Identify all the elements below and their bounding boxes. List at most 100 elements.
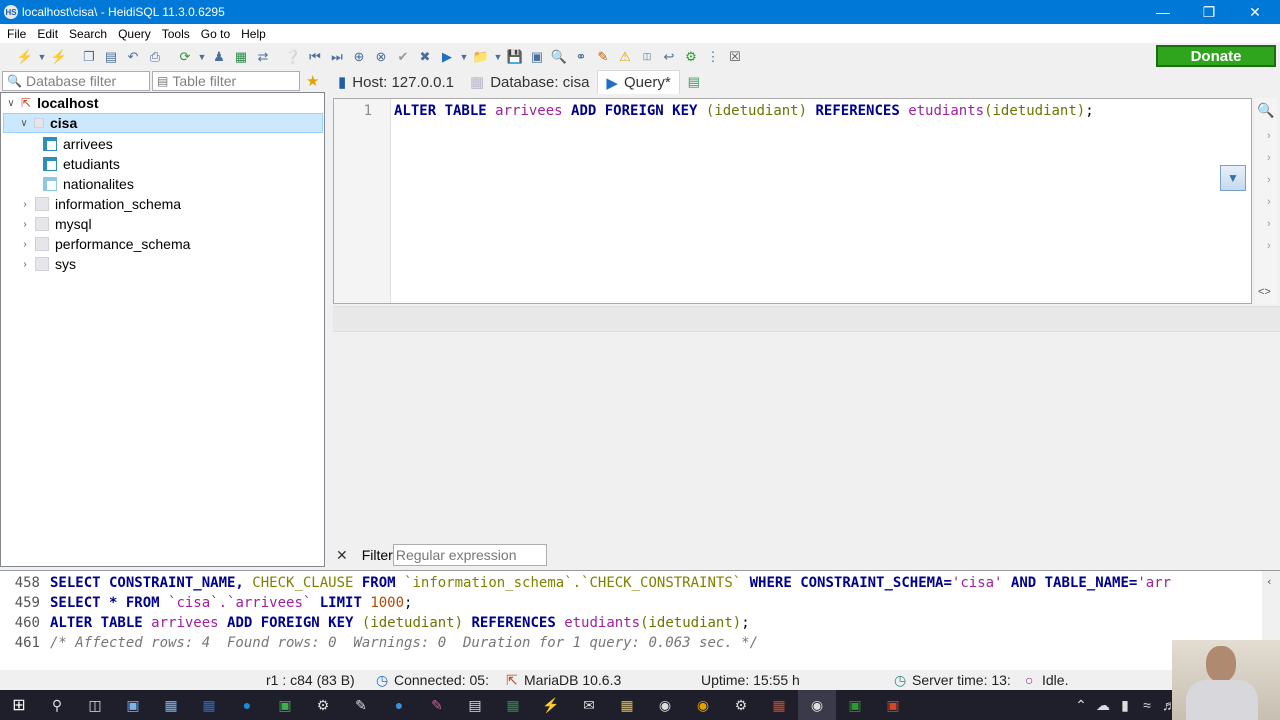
app-icon[interactable]: ▦ bbox=[152, 690, 190, 720]
import-icon[interactable]: ⇄ bbox=[252, 46, 274, 68]
tab-query[interactable]: ▶ Query* bbox=[597, 70, 680, 94]
dropdown-icon[interactable]: ▼ bbox=[458, 46, 470, 68]
refresh-icon[interactable]: ⟳ bbox=[174, 46, 196, 68]
close-icon[interactable]: ✕ bbox=[336, 547, 348, 564]
task-view-icon[interactable]: ◫ bbox=[76, 690, 114, 720]
tree-node-table-etudiants[interactable]: etudiants bbox=[39, 154, 120, 174]
powerpoint-icon[interactable]: ▦ bbox=[760, 690, 798, 720]
tab-host[interactable]: ▮ Host: 127.0.0.1 bbox=[330, 70, 462, 94]
close-tab-icon[interactable]: ☒ bbox=[724, 46, 746, 68]
undo-icon[interactable]: ↶ bbox=[122, 46, 144, 68]
chrome-icon[interactable]: ◉ bbox=[684, 690, 722, 720]
menu-goto[interactable]: Go to bbox=[197, 27, 234, 41]
app-icon[interactable]: ✎ bbox=[418, 690, 456, 720]
print-icon[interactable]: ⎙ bbox=[144, 46, 166, 68]
restore-button[interactable]: ❐ bbox=[1186, 0, 1232, 24]
menu-search[interactable]: Search bbox=[65, 27, 111, 41]
app-icon[interactable]: ⚡ bbox=[532, 690, 570, 720]
scroll-down-icon[interactable]: ▼ bbox=[1220, 165, 1246, 191]
chevron-right-icon[interactable]: › bbox=[19, 199, 31, 210]
tree-node-performance-schema[interactable]: › performance_schema bbox=[19, 234, 190, 254]
chevron-up-icon[interactable]: ⌃ bbox=[1070, 690, 1092, 720]
word-icon[interactable]: ▦ bbox=[190, 690, 228, 720]
chevron-right-icon[interactable]: › bbox=[1267, 174, 1271, 186]
app-icon[interactable]: ⚙ bbox=[722, 690, 760, 720]
chevron-right-icon[interactable]: › bbox=[1267, 240, 1271, 252]
settings-icon[interactable]: ⚙ bbox=[304, 690, 342, 720]
chevron-down-icon[interactable]: ∨ bbox=[18, 118, 30, 129]
minimize-button[interactable]: — bbox=[1140, 0, 1186, 24]
new-query-tab-button[interactable]: ▤ bbox=[680, 70, 708, 94]
favorite-star-icon[interactable]: ★ bbox=[306, 72, 319, 90]
last-record-icon[interactable]: ⏭ bbox=[326, 46, 348, 68]
chevron-right-icon[interactable]: › bbox=[19, 239, 31, 250]
cloud-icon[interactable]: ☁ bbox=[1092, 690, 1114, 720]
more-icon[interactable]: ⋮ bbox=[702, 46, 724, 68]
menu-tools[interactable]: Tools bbox=[158, 27, 194, 41]
save-icon[interactable]: 💾 bbox=[504, 46, 526, 68]
post-icon[interactable]: ✔ bbox=[392, 46, 414, 68]
paste-icon[interactable]: ▤ bbox=[100, 46, 122, 68]
menu-edit[interactable]: Edit bbox=[33, 27, 62, 41]
media-icon[interactable]: ● bbox=[228, 690, 266, 720]
binary-icon[interactable]: ◫ bbox=[636, 46, 658, 68]
app-icon[interactable]: ▣ bbox=[874, 690, 912, 720]
save-as-icon[interactable]: ▣ bbox=[526, 46, 548, 68]
wifi-icon[interactable]: ≈ bbox=[1136, 690, 1158, 720]
connect-icon[interactable]: ⚡ bbox=[14, 46, 36, 68]
app-icon[interactable]: ▣ bbox=[836, 690, 874, 720]
run-query-icon[interactable]: ▶ bbox=[436, 46, 458, 68]
open-file-icon[interactable]: 📁 bbox=[470, 46, 492, 68]
terminal-icon[interactable]: ▤ bbox=[456, 690, 494, 720]
copy-icon[interactable]: ❐ bbox=[78, 46, 100, 68]
tree-node-mysql[interactable]: › mysql bbox=[19, 214, 91, 234]
chevron-right-icon[interactable]: › bbox=[1267, 152, 1271, 164]
help-icon[interactable]: ❔ bbox=[282, 46, 304, 68]
tree-node-information-schema[interactable]: › information_schema bbox=[19, 194, 181, 214]
sql-editor[interactable]: 1 ALTER TABLE arrivees ADD FOREIGN KEY (… bbox=[333, 98, 1252, 304]
search-icon[interactable]: 🔍 bbox=[1257, 102, 1274, 119]
dropdown-icon[interactable]: ▼ bbox=[492, 46, 504, 68]
battery-icon[interactable]: ▮ bbox=[1114, 690, 1136, 720]
windows-start-icon[interactable]: ⊞ bbox=[0, 690, 38, 720]
wrap-icon[interactable]: ↩ bbox=[658, 46, 680, 68]
donate-button[interactable]: Donate bbox=[1156, 45, 1276, 67]
app-icon[interactable]: ● bbox=[380, 690, 418, 720]
sql-code-line[interactable]: ALTER TABLE arrivees ADD FOREIGN KEY (id… bbox=[394, 103, 1094, 119]
app-icon[interactable]: ◉ bbox=[646, 690, 684, 720]
chevron-right-icon[interactable]: › bbox=[1267, 196, 1271, 208]
dropdown-icon[interactable]: ▼ bbox=[36, 46, 48, 68]
search-icon[interactable]: ⚲ bbox=[38, 690, 76, 720]
chevron-right-icon[interactable]: › bbox=[1267, 218, 1271, 230]
editor-splitter[interactable] bbox=[333, 306, 1280, 332]
tree-node-localhost[interactable]: ∨ ⇱ localhost bbox=[5, 93, 323, 113]
tree-node-table-arrivees[interactable]: arrivees bbox=[39, 134, 113, 154]
app-icon[interactable]: ▣ bbox=[114, 690, 152, 720]
menu-file[interactable]: File bbox=[3, 27, 30, 41]
menu-help[interactable]: Help bbox=[237, 27, 270, 41]
insert-row-icon[interactable]: ⊕ bbox=[348, 46, 370, 68]
cancel-icon[interactable]: ✖ bbox=[414, 46, 436, 68]
export-icon[interactable]: ▦ bbox=[230, 46, 252, 68]
delete-row-icon[interactable]: ⊗ bbox=[370, 46, 392, 68]
chevron-right-icon[interactable]: › bbox=[19, 259, 31, 270]
heidisql-icon[interactable]: ◉ bbox=[798, 690, 836, 720]
tab-database[interactable]: ▦ Database: cisa bbox=[462, 70, 597, 94]
app-icon[interactable]: ▣ bbox=[266, 690, 304, 720]
replace-icon[interactable]: ⚭ bbox=[570, 46, 592, 68]
find-icon[interactable]: 🔍 bbox=[548, 46, 570, 68]
chevron-down-icon[interactable]: ∨ bbox=[5, 98, 17, 109]
file-explorer-icon[interactable]: ▦ bbox=[608, 690, 646, 720]
chevron-left-icon[interactable]: ‹ bbox=[1266, 575, 1273, 588]
table-filter-input[interactable]: ▤ Table filter bbox=[152, 71, 300, 91]
clear-icon[interactable]: ✎ bbox=[592, 46, 614, 68]
tree-node-sys[interactable]: › sys bbox=[19, 254, 76, 274]
sql-log[interactable]: 458 SELECT CONSTRAINT_NAME, CHECK_CLAUSE … bbox=[0, 570, 1280, 670]
excel-icon[interactable]: ▦ bbox=[494, 690, 532, 720]
format-sql-icon[interactable]: ⚙ bbox=[680, 46, 702, 68]
tree-node-table-nationalites[interactable]: nationalites bbox=[39, 174, 134, 194]
filter-regex-input[interactable]: Regular expression bbox=[392, 544, 547, 566]
chevron-right-icon[interactable]: › bbox=[1267, 130, 1271, 142]
chevron-right-icon[interactable]: › bbox=[19, 219, 31, 230]
dropdown-icon[interactable]: ▼ bbox=[196, 46, 208, 68]
